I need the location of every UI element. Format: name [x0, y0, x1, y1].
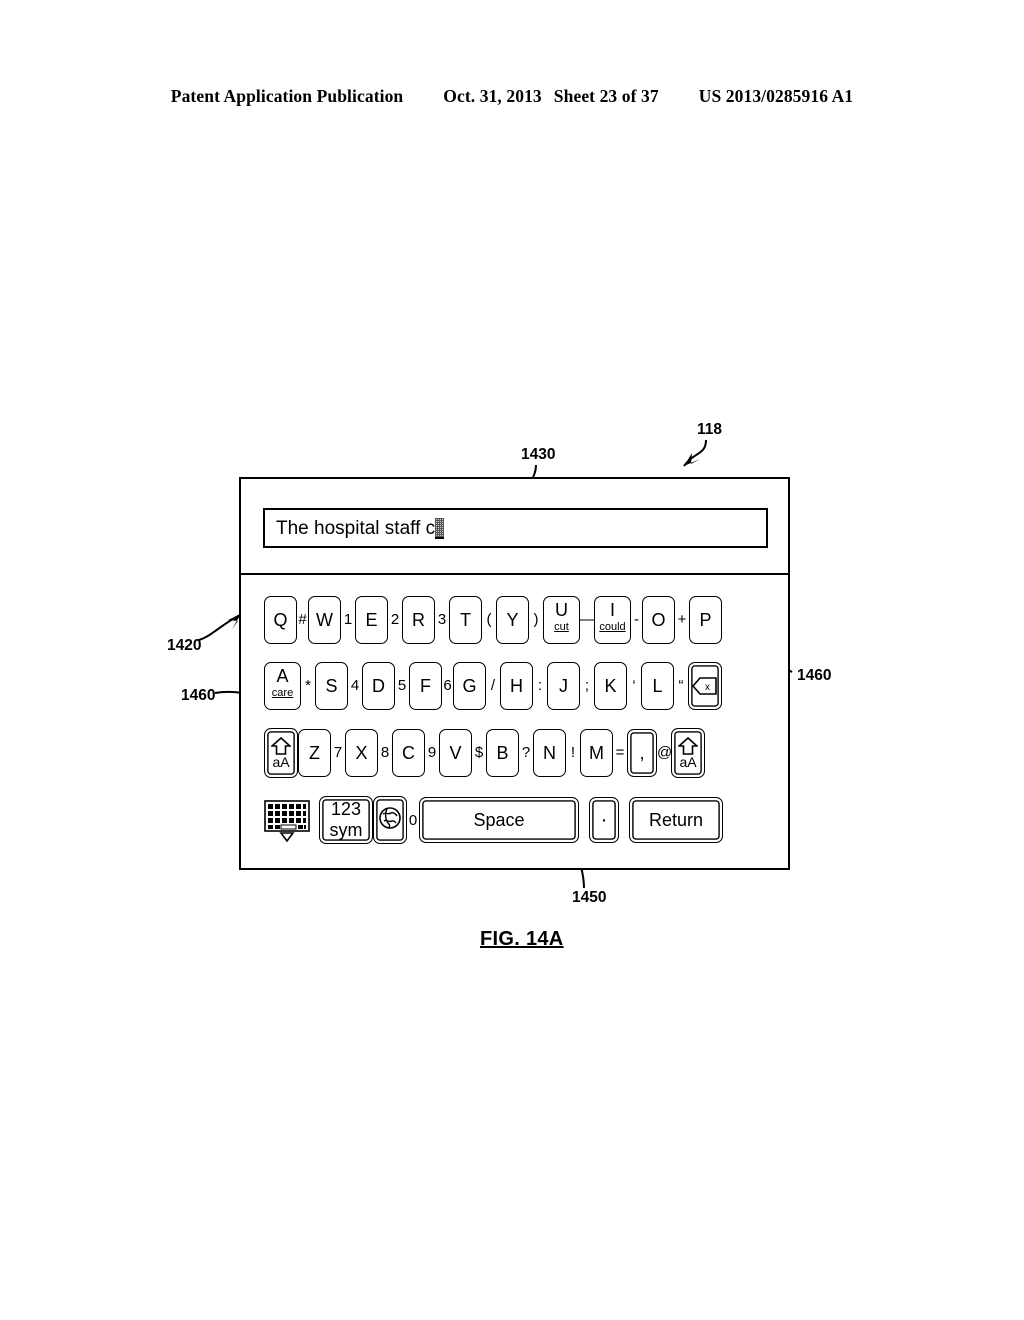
symbol-0[interactable]: 0 — [407, 812, 419, 829]
key-backspace[interactable]: x — [688, 662, 722, 710]
word-completion-hint: could — [599, 621, 626, 633]
key-y[interactable]: Y — [496, 596, 529, 644]
ref-1430: 1430 — [521, 446, 556, 463]
key-s[interactable]: S — [315, 662, 348, 710]
word-completion-hint: care — [271, 687, 294, 699]
key-o[interactable]: O — [642, 596, 675, 644]
symbol-hash[interactable]: # — [297, 612, 308, 628]
symbol-open-paren[interactable]: ( — [482, 612, 496, 628]
ref-1450: 1450 — [572, 889, 607, 906]
symbol-6[interactable]: 6 — [442, 678, 453, 694]
symbol-2[interactable]: 2 — [388, 612, 402, 628]
shift-arrow-icon — [269, 736, 293, 755]
symbol-exclamation[interactable]: ! — [566, 745, 580, 761]
key-x[interactable]: X — [345, 729, 378, 777]
svg-text:x: x — [705, 682, 710, 693]
shift-label: aA — [272, 754, 290, 770]
ref-118: 118 — [697, 421, 723, 438]
key-q[interactable]: Q — [264, 596, 297, 644]
key-l[interactable]: L — [641, 662, 674, 710]
symbol-colon[interactable]: : — [533, 678, 547, 694]
symbol-dollar[interactable]: $ — [472, 745, 486, 761]
on-screen-keyboard: Q # W 1 E 2 R 3 T ( Y ) U cut — I could … — [241, 575, 788, 870]
symbol-8[interactable]: 8 — [378, 745, 392, 761]
key-language-globe[interactable] — [373, 796, 407, 844]
key-h[interactable]: H — [500, 662, 533, 710]
shift-label: aA — [679, 754, 697, 770]
key-g[interactable]: G — [453, 662, 486, 710]
symbol-close-paren[interactable]: ) — [529, 612, 543, 628]
key-d[interactable]: D — [362, 662, 395, 710]
key-z[interactable]: Z — [298, 729, 331, 777]
key-r[interactable]: R — [402, 596, 435, 644]
ref-1460-left: 1460 — [181, 687, 216, 704]
key-e[interactable]: E — [355, 596, 388, 644]
display-area: The hospital staff c — [241, 479, 788, 575]
key-t[interactable]: T — [449, 596, 482, 644]
key-v[interactable]: V — [439, 729, 472, 777]
figure-caption: FIG. 14A — [480, 928, 564, 950]
key-space[interactable]: Space — [419, 797, 579, 843]
symbol-at[interactable]: @ — [657, 745, 672, 761]
symbol-question[interactable]: ? — [519, 745, 533, 761]
hide-keyboard-icon — [264, 800, 310, 846]
key-n[interactable]: N — [533, 729, 566, 777]
keyboard-row-4: 123 sym 0 Space · Return — [241, 795, 788, 845]
symbol-apostrophe[interactable]: ‘ — [627, 678, 641, 694]
key-u[interactable]: U cut — [543, 596, 580, 644]
key-numeric-symbol[interactable]: 123 sym — [319, 796, 373, 844]
key-w[interactable]: W — [308, 596, 341, 644]
symbol-3[interactable]: 3 — [435, 612, 449, 628]
ref-1460-right: 1460 — [797, 667, 832, 684]
symbol-9[interactable]: 9 — [425, 745, 439, 761]
symbol-1[interactable]: 1 — [341, 612, 355, 628]
key-k[interactable]: K — [594, 662, 627, 710]
symbol-hyphen[interactable]: - — [631, 612, 642, 628]
key-p[interactable]: P — [689, 596, 722, 644]
key-j[interactable]: J — [547, 662, 580, 710]
key-period[interactable]: · — [589, 797, 619, 843]
symbol-4[interactable]: 4 — [348, 678, 362, 694]
keyboard-row-2: A care * S 4 D 5 F 6 G / H : J ; K ‘ L “ — [241, 661, 788, 711]
key-shift-left[interactable]: aA — [264, 728, 298, 778]
word-completion-hint: cut — [554, 621, 569, 633]
key-b[interactable]: B — [486, 729, 519, 777]
key-shift-right[interactable]: aA — [671, 728, 705, 778]
key-c[interactable]: C — [392, 729, 425, 777]
shift-arrow-icon — [676, 736, 700, 755]
globe-icon — [378, 806, 402, 835]
symbol-semicolon[interactable]: ; — [580, 678, 594, 694]
key-return[interactable]: Return — [629, 797, 723, 843]
patent-figure: 118 1430 1440 1420 1460 1460 1450 The ho… — [0, 0, 1024, 1320]
symbol-slash[interactable]: / — [486, 678, 500, 694]
symbol-em-dash[interactable]: — — [580, 612, 595, 628]
symbol-equals[interactable]: = — [613, 745, 627, 761]
symbol-quote[interactable]: “ — [674, 678, 688, 694]
backspace-icon: x — [691, 676, 718, 696]
keyboard-row-3: aA Z 7 X 8 C 9 V $ B ? N ! M = , @ aA — [241, 727, 788, 779]
symbol-5[interactable]: 5 — [395, 678, 409, 694]
key-hide-keyboard[interactable] — [264, 800, 310, 843]
symbol-plus[interactable]: + — [675, 612, 689, 628]
text-cursor — [435, 517, 445, 539]
keyboard-row-1: Q # W 1 E 2 R 3 T ( Y ) U cut — I could … — [241, 595, 788, 645]
symbol-asterisk[interactable]: * — [301, 678, 315, 694]
device-outline: The hospital staff c Q # W 1 E 2 R 3 T (… — [239, 477, 790, 870]
key-m[interactable]: M — [580, 729, 613, 777]
symbol-7[interactable]: 7 — [331, 745, 345, 761]
ref-1420: 1420 — [167, 637, 202, 654]
key-comma[interactable]: , — [627, 729, 657, 777]
text-input-field[interactable]: The hospital staff c — [263, 508, 768, 548]
text-input-value: The hospital staff c — [276, 517, 436, 539]
key-f[interactable]: F — [409, 662, 442, 710]
key-i[interactable]: I could — [594, 596, 631, 644]
key-a[interactable]: A care — [264, 662, 301, 710]
